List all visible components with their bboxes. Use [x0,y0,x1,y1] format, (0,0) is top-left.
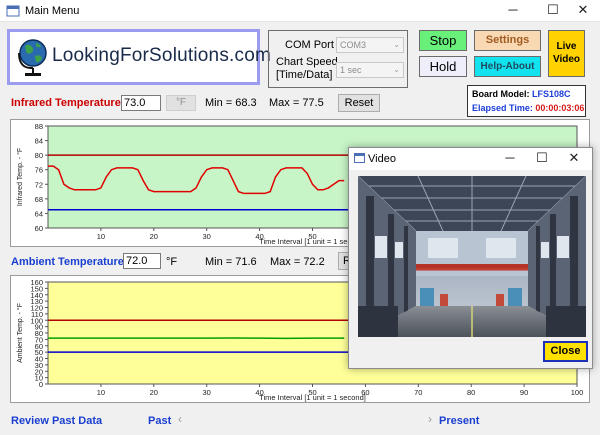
ambient-value-field[interactable]: 72.0 [123,253,161,269]
scroll-left-icon[interactable]: ‹ [178,412,182,426]
maximize-button[interactable]: ☐ [536,0,570,22]
x-tick-label: 20 [150,232,158,241]
ambient-max: Max = 72.2 [270,256,325,268]
stop-button[interactable]: Stop [419,30,467,51]
x-tick-label: 100 [571,388,584,397]
infrared-value-field[interactable]: 73.0 [121,95,161,111]
logo-banner: LookingForSolutions.com [7,29,271,85]
infrared-unit-button[interactable]: °F [166,95,196,111]
y-tick-label: 88 [35,122,43,131]
ambient-unit-label: °F [166,256,178,268]
live-video-button[interactable]: Live Video [548,30,585,77]
infrared-reset-button[interactable]: Reset [338,94,380,112]
x-tick-label: 10 [97,388,105,397]
hold-button[interactable]: Hold [419,56,467,77]
live-video-label-line2: Video [552,54,581,65]
y-tick-label: 60 [35,224,43,233]
past-label: Past [148,415,172,427]
chevron-down-icon: ⌄ [393,65,400,74]
x-tick-label: 90 [520,388,528,397]
factory-hall-image [358,176,586,337]
video-title-bar: Video ─ ☐ ✕ [349,148,592,170]
present-label: Present [439,415,480,427]
y-tick-label: 84 [35,137,43,146]
title-bar: Main Menu ─ ☐ ✕ [0,0,600,22]
board-model-label: Board Model: [472,89,530,99]
elapsed-time-label: Elapsed Time: [472,103,533,113]
infrared-title: Infrared Temperature [11,97,121,109]
y-tick-label: 160 [30,278,43,287]
x-tick-label: 20 [150,388,158,397]
ambient-min: Min = 71.6 [205,256,257,268]
chart-speed-sublabel: [Time/Data] [276,69,333,81]
window-title: Main Menu [25,5,80,17]
board-model-value: LFS108C [532,89,571,99]
infrared-min: Min = 68.3 [205,97,257,109]
chevron-down-icon: ⌄ [393,40,400,49]
scroll-right-icon[interactable]: › [428,412,432,426]
video-feed [358,176,586,337]
video-minimize-button[interactable]: ─ [496,148,524,170]
minimize-button[interactable]: ─ [496,0,530,22]
help-about-button[interactable]: Help-About [474,56,541,77]
com-port-select[interactable]: COM3 ⌄ [336,37,404,53]
elapsed-time-value: 00:00:03:06 [535,103,585,113]
ambient-title: Ambient Temperature [11,256,124,268]
board-info-panel: Board Model: LFS108C Elapsed Time: 00:00… [467,85,586,117]
y-tick-label: 68 [35,195,43,204]
infrared-max: Max = 77.5 [269,97,324,109]
video-window: Video ─ ☐ ✕ [348,147,593,369]
com-port-value: COM3 [340,40,367,50]
chart-speed-select[interactable]: 1 sec ⌄ [336,62,404,78]
logo-text: LookingForSolutions.com [52,45,271,66]
video-maximize-button[interactable]: ☐ [528,148,556,170]
settings-button[interactable]: Settings [474,30,541,51]
y-tick-label: 80 [35,151,43,160]
app-icon [6,5,20,17]
y-axis-label: Infrared Temp. - °F [16,148,24,206]
y-tick-label: 72 [35,180,43,189]
history-scrollbar[interactable] [177,416,435,425]
chart-speed-value: 1 sec [340,65,362,75]
y-tick-label: 64 [35,209,43,218]
com-port-label: COM Port [285,39,334,51]
close-button[interactable]: ✕ [566,0,600,22]
chart-speed-label: Chart Speed [276,56,338,68]
x-tick-label: 30 [203,388,211,397]
live-video-label-line1: Live [556,41,577,52]
video-close-action-button[interactable]: Close [543,341,588,362]
x-tick-label: 80 [467,388,475,397]
x-tick-label: 30 [203,232,211,241]
video-window-title: Video [368,153,396,165]
x-tick-label: 70 [414,388,422,397]
video-close-button[interactable]: ✕ [560,148,588,170]
review-past-data-label: Review Past Data [11,415,103,427]
video-app-icon [354,153,365,163]
x-axis-label: Time Interval [1 unit = 1 second] [259,393,366,402]
x-tick-label: 10 [97,232,105,241]
y-tick-label: 76 [35,166,43,175]
y-axis-label: Ambient Temp. - °F [16,303,24,363]
globe-icon [18,39,47,76]
